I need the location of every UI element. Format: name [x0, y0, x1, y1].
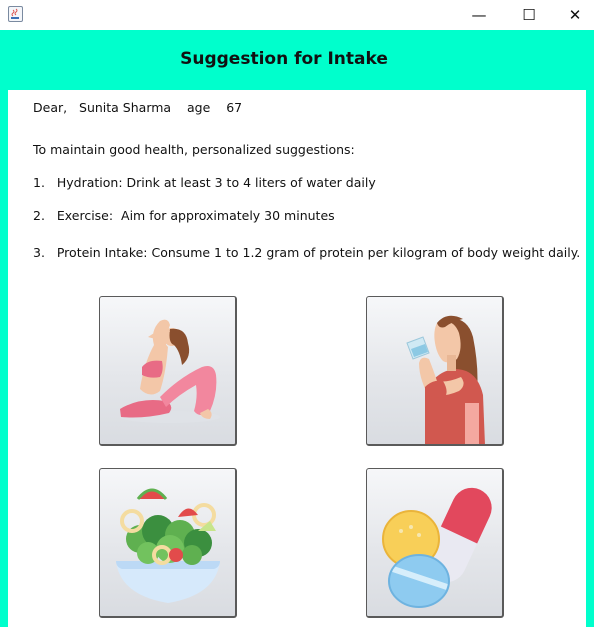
suggestion-text: Exercise: Aim for approximately 30 minut… — [56, 208, 335, 223]
greeting-salutation: Dear, — [33, 100, 68, 115]
minimize-button[interactable]: — — [456, 0, 502, 30]
close-button[interactable]: ✕ — [552, 0, 594, 30]
maximize-button[interactable]: ☐ — [506, 0, 552, 30]
protein-tile-button[interactable] — [366, 468, 504, 618]
suggestion-item: 2. Exercise: Aim for approximately 30 mi… — [33, 208, 335, 223]
supplement-pills-icon — [382, 487, 492, 608]
drinking-water-icon — [406, 315, 485, 444]
greeting-line: Dear, Sunita Sharma age 67 — [33, 100, 242, 115]
intro-text: To maintain good health, personalized su… — [33, 142, 355, 157]
patient-name: Sunita Sharma — [79, 100, 172, 115]
yoga-pose-icon — [120, 319, 220, 423]
suggestion-number: 2. — [33, 208, 45, 223]
java-app-icon — [8, 6, 23, 22]
nutrition-tile-button[interactable] — [99, 468, 237, 618]
suggestion-number: 1. — [33, 175, 45, 190]
salad-bowl-icon — [116, 488, 220, 603]
page-title: Suggestion for Intake — [180, 49, 388, 69]
header-bar: Suggestion for Intake — [0, 30, 594, 84]
age-value: 67 — [226, 100, 243, 115]
suggestion-panel: Dear, Sunita Sharma age 67 To maintain g… — [8, 90, 586, 627]
suggestion-text: Protein Intake: Consume 1 to 1.2 gram of… — [56, 245, 581, 260]
suggestion-item: 3. Protein Intake: Consume 1 to 1.2 gram… — [33, 245, 580, 260]
suggestion-number: 3. — [33, 245, 45, 260]
suggestion-item: 1. Hydration: Drink at least 3 to 4 lite… — [33, 175, 376, 190]
exercise-tile-button[interactable] — [99, 296, 237, 446]
suggestion-text: Hydration: Drink at least 3 to 4 liters … — [56, 175, 376, 190]
window-titlebar: — ☐ ✕ — [0, 0, 594, 30]
age-label: age — [186, 100, 211, 115]
hydration-tile-button[interactable] — [366, 296, 504, 446]
